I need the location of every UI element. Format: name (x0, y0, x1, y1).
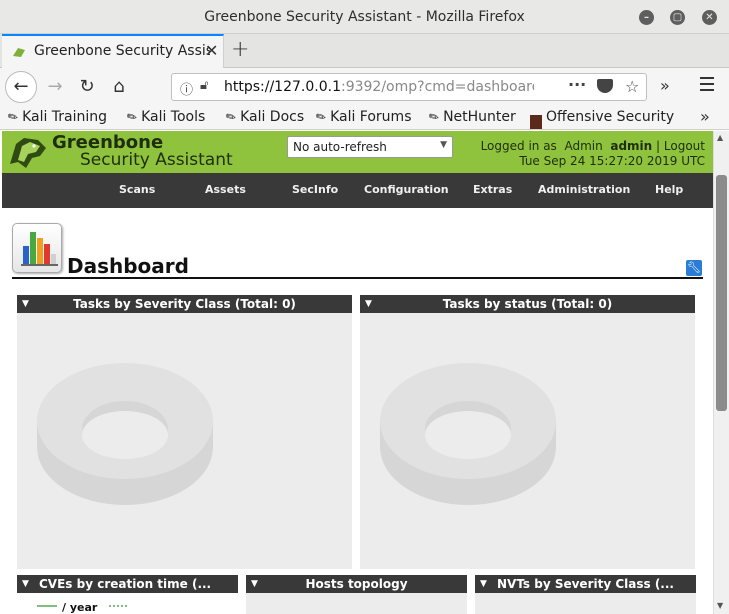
panel-header[interactable]: ▼ Hosts topology (246, 575, 467, 593)
scroll-thumb[interactable] (716, 175, 727, 411)
kali-dragon-icon: ✎ (313, 108, 329, 126)
panel-tasks-status: ▼ Tasks by status (Total: 0) (360, 295, 695, 569)
info-icon[interactable]: ⓘ (180, 79, 193, 98)
panel-header[interactable]: ▼ CVEs by creation time (... (17, 575, 238, 593)
window-titlebar: Greenbone Security Assistant - Mozilla F… (0, 0, 729, 34)
logged-in-label: Logged in as (480, 139, 557, 153)
tab-label: Greenbone Security Assistant (34, 43, 210, 59)
gsa-page: Greenbone Security Assistant No auto-ref… (2, 131, 713, 614)
panel-title: NVTs by Severity Class (... (497, 577, 674, 591)
empty-donut-chart (380, 363, 556, 505)
bookmark-kali-forums[interactable]: ✎Kali Forums (313, 108, 411, 126)
kali-dragon-icon: ✎ (5, 108, 21, 126)
overflow-chevron-icon[interactable]: » (660, 76, 670, 95)
panel-nvts-severity: ▼ NVTs by Severity Class (... (475, 575, 696, 614)
navigation-toolbar: ← → ↻ ⌂ ⓘ 🔓︎ https://127.0.0.1:9392/omp?… (0, 68, 729, 106)
collapse-caret-icon[interactable]: ▼ (251, 575, 258, 593)
username-link[interactable]: admin (610, 139, 652, 153)
nav-configuration[interactable]: Configuration (364, 183, 449, 196)
panel-title: Hosts topology (305, 577, 408, 591)
panel-title: Tasks by Severity Class (Total: 0) (73, 297, 296, 311)
bookmark-offensive-security[interactable]: ▮ Offensive Security (530, 109, 674, 129)
collapse-caret-icon[interactable]: ▼ (365, 295, 372, 313)
gsa-header: Greenbone Security Assistant No auto-ref… (2, 131, 713, 173)
scroll-down-icon[interactable]: ▼ (717, 601, 723, 610)
scroll-up-icon[interactable]: ▲ (717, 133, 723, 142)
title-divider (12, 277, 703, 279)
bookmarks-toolbar: ✎Kali Training ✎Kali Tools ✎Kali Docs ✎K… (0, 106, 729, 130)
legend-line-solid (37, 605, 57, 607)
bookmark-kali-tools[interactable]: ✎Kali Tools (124, 108, 205, 126)
firefox-window: Greenbone Security Assistant - Mozilla F… (0, 0, 729, 614)
bookmark-nethunter[interactable]: ✎NetHunter (426, 108, 516, 126)
page-title: Dashboard (67, 254, 189, 278)
browser-tab[interactable]: Greenbone Security Assistant ✕ (2, 34, 224, 68)
collapse-caret-icon[interactable]: ▼ (480, 575, 487, 593)
insecure-lock-icon[interactable]: 🔓︎ (200, 78, 208, 93)
current-datetime: Tue Sep 24 15:27:20 2019 UTC (519, 154, 705, 168)
bookmark-kali-training[interactable]: ✎Kali Training (5, 108, 107, 126)
dashboard-chart-icon (12, 223, 62, 273)
greenbone-dragon-logo-icon[interactable] (8, 134, 48, 170)
collapse-caret-icon[interactable]: ▼ (22, 575, 29, 593)
bookmark-star-icon[interactable]: ☆ (625, 77, 639, 96)
forward-icon[interactable]: → (40, 72, 70, 102)
panel-title: Tasks by status (Total: 0) (442, 297, 613, 311)
hamburger-menu-icon[interactable] (700, 77, 714, 95)
legend-line-dotted (109, 605, 127, 607)
panel-cves-creation-time: ▼ CVEs by creation time (... / year (17, 575, 238, 614)
panel-header[interactable]: ▼ Tasks by status (Total: 0) (360, 295, 695, 313)
page-actions-icon[interactable]: ··· (568, 75, 586, 94)
kali-dragon-icon: ✎ (223, 108, 239, 126)
auto-refresh-select[interactable]: No auto-refresh ▼ (287, 136, 453, 158)
page-scrollbar[interactable]: ▲ ▼ (713, 131, 729, 614)
panel-title: CVEs by creation time (... (39, 577, 212, 591)
nav-help[interactable]: Help (655, 183, 683, 196)
legend-label: / year (62, 601, 98, 614)
gsa-main-nav: Scans Assets SecInfo Configuration Extra… (2, 173, 713, 208)
url-text[interactable]: https://127.0.0.1:9392/omp?cmd=dashboard… (224, 79, 534, 95)
address-bar[interactable]: ⓘ 🔓︎ https://127.0.0.1:9392/omp?cmd=dash… (171, 73, 647, 101)
bookmark-kali-docs[interactable]: ✎Kali Docs (223, 108, 304, 126)
window-title: Greenbone Security Assistant - Mozilla F… (204, 9, 525, 25)
tab-strip: Greenbone Security Assistant ✕ + (0, 34, 729, 68)
chevron-down-icon: ▼ (440, 140, 447, 150)
panel-tasks-severity: ▼ Tasks by Severity Class (Total: 0) (17, 295, 352, 569)
close-window-icon[interactable]: ✕ (702, 10, 717, 25)
greenbone-favicon-icon (13, 48, 25, 57)
nav-scans[interactable]: Scans (119, 183, 155, 196)
back-icon[interactable]: ← (5, 71, 37, 103)
nav-assets[interactable]: Assets (205, 183, 246, 196)
home-icon[interactable]: ⌂ (104, 72, 134, 102)
edit-dashboard-wrench-icon[interactable]: 🔧︎ (686, 260, 702, 276)
offsec-icon: ▮ (530, 115, 542, 129)
reload-icon[interactable]: ↻ (72, 72, 102, 102)
panel-header[interactable]: ▼ NVTs by Severity Class (... (475, 575, 696, 593)
collapse-caret-icon[interactable]: ▼ (22, 295, 29, 313)
separator: | (656, 139, 661, 153)
close-tab-icon[interactable]: ✕ (205, 41, 218, 60)
kali-dragon-icon: ✎ (426, 108, 442, 126)
kali-dragon-icon: ✎ (124, 108, 140, 126)
logout-link[interactable]: Logout (664, 139, 705, 153)
user-role: Admin (564, 139, 603, 153)
login-info: Logged in as Admin admin | Logout (481, 139, 705, 153)
panel-header[interactable]: ▼ Tasks by Severity Class (Total: 0) (17, 295, 352, 313)
nav-administration[interactable]: Administration (538, 183, 630, 196)
nav-secinfo[interactable]: SecInfo (292, 183, 338, 196)
panel-hosts-topology: ▼ Hosts topology (246, 575, 467, 614)
pocket-icon[interactable] (597, 79, 613, 93)
bookmarks-overflow-icon[interactable]: » (700, 107, 710, 126)
new-tab-icon[interactable]: + (231, 37, 249, 62)
minimize-icon[interactable]: – (639, 10, 654, 25)
maximize-icon[interactable]: ▢ (670, 10, 685, 25)
nav-extras[interactable]: Extras (473, 183, 512, 196)
gsa-brand-line2: Security Assistant (80, 150, 233, 170)
empty-donut-chart (37, 363, 213, 505)
